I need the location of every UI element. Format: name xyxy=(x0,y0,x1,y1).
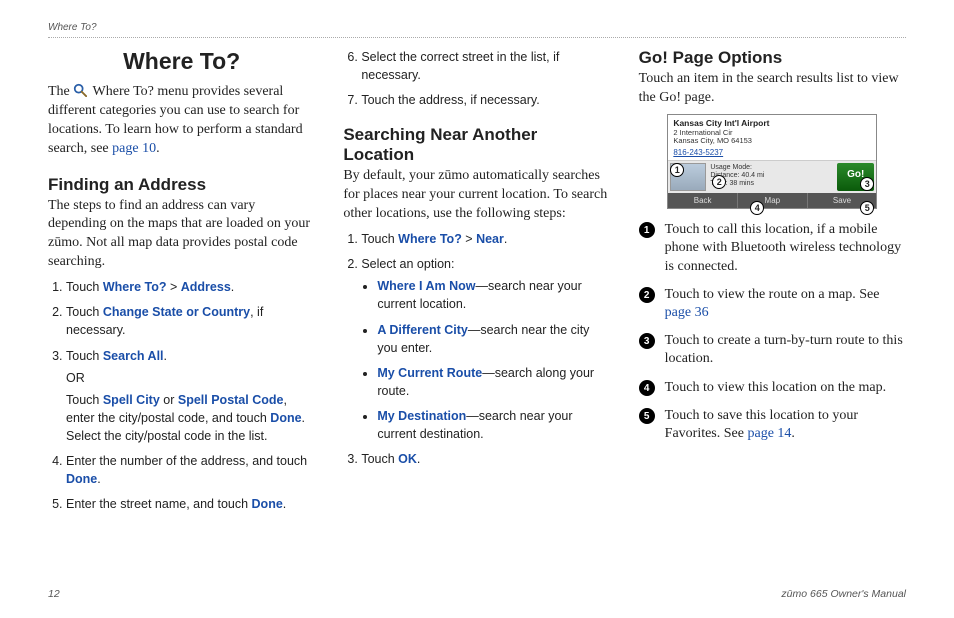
link-page-10[interactable]: page 10 xyxy=(112,141,156,156)
finding-intro: The steps to find an address can vary de… xyxy=(48,197,315,273)
go-numbered-list: 1Touch to call this location, if a mobil… xyxy=(639,221,906,443)
or-text: OR xyxy=(66,369,315,387)
near-opt-4: My Destination—search near your current … xyxy=(377,407,610,443)
callout-3: 3 xyxy=(860,177,874,191)
near-steps: Touch Where To? > Near. Select an option… xyxy=(343,230,610,468)
go-item-4: 4Touch to view this location on the map. xyxy=(639,379,906,397)
column-1: Where To? The Where To? menu provides se… xyxy=(48,48,315,521)
shot-phone: 816-243-5237 xyxy=(668,147,876,160)
shot-map: Map xyxy=(738,193,808,208)
shot-addr: 2 International CirKansas City, MO 64153 xyxy=(668,129,876,148)
near-opt-1: Where I Am Now—search near your current … xyxy=(377,277,610,313)
near-opt-3: My Current Route—search along your route… xyxy=(377,364,610,400)
badge-5: 5 xyxy=(639,408,655,424)
near-step-2: Select an option: Where I Am Now—search … xyxy=(361,255,610,443)
intro-pre: The xyxy=(48,84,73,99)
footer: 12 zūmo 665 Owner's Manual xyxy=(48,588,906,600)
near-opt-2: A Different City—search near the city yo… xyxy=(377,321,610,357)
finding-step-3: Touch Search All. OR Touch Spell City or… xyxy=(66,347,315,446)
go-item-2: 2Touch to view the route on a map. See p… xyxy=(639,286,906,322)
near-heading: Searching Near Another Location xyxy=(343,125,610,165)
manual-name: zūmo 665 Owner's Manual xyxy=(781,588,906,600)
finding-step-6: Select the correct street in the list, i… xyxy=(361,48,610,84)
intro-tail: . xyxy=(156,141,160,156)
go-intro: Touch an item in the search results list… xyxy=(639,70,906,108)
page-number: 12 xyxy=(48,588,60,600)
shot-mid: Usage Mode:Distance: 40.4 miTime: 38 min… xyxy=(668,160,876,193)
finding-steps-cont: Select the correct street in the list, i… xyxy=(343,48,610,109)
near-step-1: Touch Where To? > Near. xyxy=(361,230,610,248)
link-page-14[interactable]: page 14 xyxy=(747,426,791,441)
magnifier-icon xyxy=(73,83,87,97)
finding-step-7: Touch the address, if necessary. xyxy=(361,91,610,109)
near-intro: By default, your zūmo automatically sear… xyxy=(343,167,610,224)
callout-2: 2 xyxy=(712,175,726,189)
intro-paragraph: The Where To? menu provides several diff… xyxy=(48,83,315,159)
badge-4: 4 xyxy=(639,380,655,396)
finding-step-1: Touch Where To? > Address. xyxy=(66,278,315,296)
badge-3: 3 xyxy=(639,333,655,349)
go-item-1: 1Touch to call this location, if a mobil… xyxy=(639,221,906,276)
go-item-3: 3Touch to create a turn-by-turn route to… xyxy=(639,332,906,368)
near-step-3: Touch OK. xyxy=(361,450,610,468)
go-item-5: 5Touch to save this location to your Fav… xyxy=(639,407,906,443)
device-screenshot: Kansas City Int'l Airport 2 Internationa… xyxy=(667,114,877,210)
shot-back: Back xyxy=(668,193,738,208)
callout-1: 1 xyxy=(670,163,684,177)
link-page-36[interactable]: page 36 xyxy=(665,305,709,320)
shot-title: Kansas City Int'l Airport xyxy=(668,115,876,129)
finding-step-2: Touch Change State or Country, if necess… xyxy=(66,303,315,339)
finding-heading: Finding an Address xyxy=(48,175,315,195)
page-title: Where To? xyxy=(48,48,315,75)
callout-4: 4 xyxy=(750,201,764,215)
column-2: Select the correct street in the list, i… xyxy=(343,48,610,521)
callout-5: 5 xyxy=(860,201,874,215)
go-heading: Go! Page Options xyxy=(639,48,906,68)
shot-bottom-bar: Back Map Save xyxy=(668,193,876,208)
breadcrumb: Where To? xyxy=(48,22,906,38)
shot-info: Usage Mode:Distance: 40.4 miTime: 38 min… xyxy=(708,161,835,193)
badge-1: 1 xyxy=(639,222,655,238)
finding-step-5: Enter the street name, and touch Done. xyxy=(66,495,315,513)
near-options: Where I Am Now—search near your current … xyxy=(361,277,610,443)
finding-steps: Touch Where To? > Address. Touch Change … xyxy=(48,278,315,513)
content-columns: Where To? The Where To? menu provides se… xyxy=(48,48,906,521)
badge-2: 2 xyxy=(639,287,655,303)
column-3: Go! Page Options Touch an item in the se… xyxy=(639,48,906,521)
finding-step-4: Enter the number of the address, and tou… xyxy=(66,452,315,488)
